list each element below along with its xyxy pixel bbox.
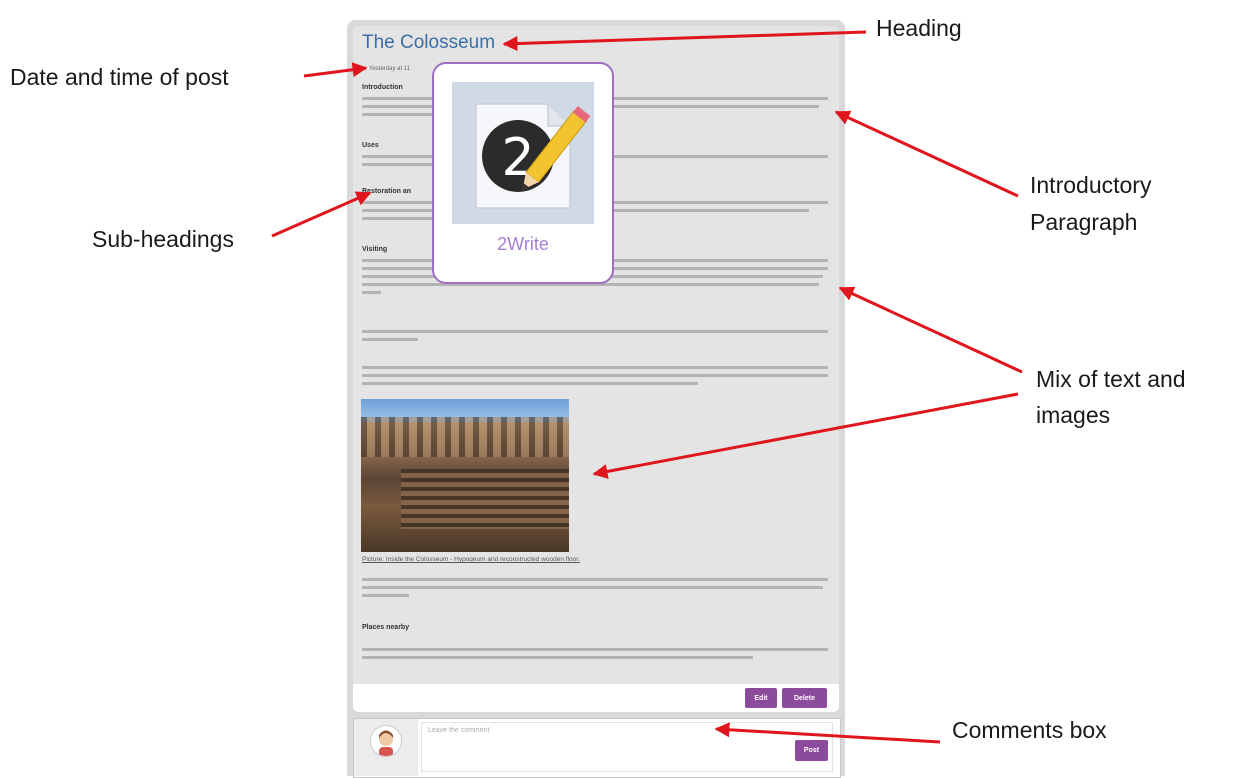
avatar: [370, 725, 402, 757]
post-comment-button[interactable]: Post: [795, 740, 828, 761]
comment-input[interactable]: [421, 722, 833, 772]
delete-button[interactable]: Delete: [782, 688, 827, 708]
subheading-introduction: Introduction: [362, 84, 403, 91]
arrow-intro: [834, 110, 1019, 198]
edit-button[interactable]: Edit: [745, 688, 777, 708]
2write-pencil-icon: 2: [452, 82, 594, 224]
subheading-places-nearby: Places nearby: [362, 624, 410, 631]
annotation-date-time: Date and time of post: [10, 64, 229, 90]
annotation-comments-box: Comments box: [952, 717, 1107, 743]
places-paragraph: [362, 648, 828, 664]
annotation-mix-line2: images: [1036, 402, 1111, 428]
subheading-uses: Uses: [362, 142, 379, 149]
post-title: The Colosseum: [362, 32, 496, 53]
2write-popup: 2 2Write: [432, 62, 614, 284]
annotation-subheadings: Sub-headings: [92, 226, 234, 252]
queue-paragraph: [362, 330, 828, 346]
annotation-heading: Heading: [876, 15, 962, 41]
annotation-intro-line2: Paragraph: [1030, 209, 1138, 235]
post-date: Yesterday at 11: [369, 66, 411, 72]
user-avatar-icon: [379, 730, 393, 756]
annotation-intro-line1: Introductory: [1030, 172, 1152, 198]
second-level-paragraph: [362, 578, 828, 602]
arrow-mix-text: [838, 286, 1023, 374]
subheading-restoration: Restoration an: [362, 188, 412, 195]
photo-caption[interactable]: Picture: Inside the Colosseum - Hypogeum…: [362, 556, 580, 563]
subheading-visiting: Visiting: [362, 246, 388, 253]
2write-label: 2Write: [497, 234, 549, 254]
annotation-mix-line1: Mix of text and: [1036, 366, 1186, 392]
inside-paragraph: [362, 366, 828, 390]
colosseum-photo: [361, 399, 569, 552]
